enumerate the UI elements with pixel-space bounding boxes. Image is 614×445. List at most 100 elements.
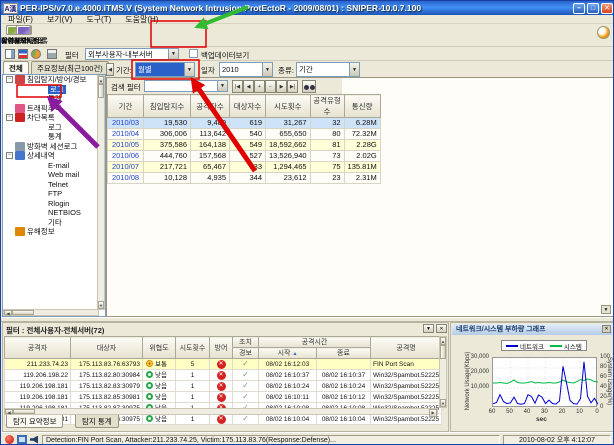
record-nav-button[interactable]: ▶| (287, 80, 298, 93)
tree-item[interactable]: 기타 (3, 218, 105, 228)
connection-status-ball-icon (597, 26, 610, 39)
tree-item[interactable]: 로그 (3, 85, 105, 95)
detection-row[interactable]: 119.206.198.181 175.113.82.86:30975 낮음 1… (5, 414, 442, 425)
col-alert[interactable]: 경보 (233, 348, 259, 359)
search-filter-combo[interactable]: ▼ (144, 80, 228, 92)
report-column-header[interactable]: 기간 (108, 95, 144, 118)
report-row[interactable]: 2010/04 306,006 113,642 540 655,650 80 7… (108, 129, 381, 140)
combo-arrow-icon[interactable]: ▼ (349, 63, 359, 76)
panel-close-icon[interactable]: ✕ (436, 324, 447, 333)
tree-expand-icon[interactable]: − (6, 114, 13, 121)
date-combo[interactable]: 2010 ▼ (219, 62, 273, 77)
report-column-header[interactable]: 공격유형수 (310, 95, 344, 118)
col-attacker[interactable]: 공격자 (5, 337, 71, 359)
tree-item[interactable]: 트래픽추이 (3, 104, 105, 114)
collapse-left-icon[interactable]: ◀ (106, 63, 114, 76)
scroll-down-icon[interactable]: ▼ (601, 305, 611, 314)
filter-combo[interactable]: 외부사용자-내부서버 ▼ (85, 48, 179, 60)
detection-vertical-scrollbar[interactable]: ▲ ▼ (439, 336, 447, 408)
close-button[interactable]: ✕ (601, 3, 613, 14)
restore-button[interactable]: □ (587, 3, 599, 14)
table-view-icon[interactable] (5, 49, 15, 59)
tree-vertical-scrollbar[interactable]: ▲ ▼ (97, 75, 105, 310)
report-row[interactable]: 2010/06 444,760 157,568 527 13,526,940 7… (108, 151, 381, 162)
col-severity[interactable]: 위협도 (143, 337, 176, 359)
tree-item[interactable]: − 차단목록 (3, 113, 105, 123)
minimize-button[interactable]: – (573, 3, 585, 14)
targets-cell: 527 (230, 151, 266, 162)
report-row[interactable]: 2010/05 375,586 164,138 549 18,592,662 8… (108, 140, 381, 151)
tree-item[interactable]: 방화벽 세션로그 (3, 142, 105, 152)
report-column-header[interactable]: 통신량 (344, 95, 380, 118)
severity-icon (146, 371, 153, 378)
report-column-header[interactable]: 시도횟수 (266, 95, 311, 118)
period-cell: 2010/05 (108, 140, 144, 151)
report-row[interactable]: 2010/03 19,530 9,480 619 31,267 32 6.28M (108, 118, 381, 129)
report-row[interactable]: 2010/07 217,721 65,467 533 1,294,465 75 … (108, 162, 381, 173)
print-icon[interactable] (47, 49, 57, 59)
report-column-header[interactable]: 공격자수 (191, 95, 230, 118)
tab-detection-stats[interactable]: 탐지 통계 (75, 415, 119, 428)
detection-row[interactable]: 211.233.74.23 175.113.83.76:63793 보통 5 ✕… (5, 359, 442, 370)
backup-data-checkbox[interactable] (189, 49, 198, 58)
record-nav-button[interactable]: ◀ (243, 80, 254, 93)
tab-detection-summary[interactable]: 탐지 요약정보 (6, 415, 63, 428)
tree-item[interactable]: 유해정보 (3, 227, 105, 237)
detection-row[interactable]: 119.206.198.22 175.113.82.80:30984 낮음 1 … (5, 370, 442, 381)
tree-item[interactable]: 통계 (3, 94, 105, 104)
tab-all[interactable]: 전체 (3, 61, 29, 74)
tree-item[interactable]: 로그 (3, 123, 105, 133)
attack-name-cell: Win32/Spambot.52225 (371, 392, 442, 403)
col-end[interactable]: 종료 (317, 348, 371, 359)
report-column-header[interactable]: 침입탐지수 (144, 95, 191, 118)
tree-item[interactable]: Rlogin (3, 199, 105, 209)
col-attack-name[interactable]: 공격명 (371, 337, 442, 359)
menu-item[interactable]: 도움말(H) (118, 15, 165, 23)
col-target[interactable]: 대상자 (71, 337, 143, 359)
combo-arrow-icon[interactable]: ▼ (262, 63, 272, 76)
tree-item[interactable]: E-mail (3, 161, 105, 171)
combo-arrow-icon[interactable]: ▼ (168, 49, 178, 59)
detection-row[interactable]: 119.206.198.181 175.113.82.83:30979 낮음 1… (5, 381, 442, 392)
bar-chart-view-icon[interactable] (18, 49, 28, 59)
tree-item[interactable]: − 상세내역 (3, 151, 105, 161)
report-column-header[interactable]: 대상자수 (230, 95, 266, 118)
record-nav-button[interactable]: |◀ (232, 80, 243, 93)
x-tick-label: 40 (520, 409, 534, 415)
combo-arrow-icon[interactable]: ▼ (184, 63, 194, 76)
tree-item[interactable]: FTP (3, 189, 105, 199)
targets-cell: 619 (230, 118, 266, 129)
menu-item[interactable]: 도구(T) (79, 15, 118, 23)
record-nav-button[interactable]: ▶ (276, 80, 287, 93)
tree-expand-icon[interactable]: − (6, 152, 13, 159)
detection-horizontal-scrollbar[interactable]: ◀ ▶ (4, 408, 438, 415)
period-combo[interactable]: 월별 ▼ (135, 62, 195, 77)
tree-item[interactable]: Web mail (3, 170, 105, 180)
record-nav-button[interactable]: − (265, 80, 276, 93)
start-time-cell: 08/02 16:12:03 (259, 359, 317, 370)
col-attack-time[interactable]: 공격시간 (259, 337, 371, 348)
detection-row[interactable]: 119.206.198.181 175.113.82.85:30981 낮음 1… (5, 392, 442, 403)
graph-close-icon[interactable]: ✕ (602, 325, 611, 333)
report-row[interactable]: 2010/08 10,128 4,935 344 23,612 23 2.31M (108, 173, 381, 184)
tab-key-info[interactable]: 주요정보(최근100건) (31, 61, 109, 74)
tree-horizontal-scrollbar[interactable]: ◀ (3, 309, 99, 316)
pie-chart-view-icon[interactable] (31, 49, 41, 59)
tree-item[interactable]: − 침입탐지/방어/경보 (3, 75, 105, 85)
tree-item[interactable]: Telnet (3, 180, 105, 190)
col-defense[interactable]: 방어 (210, 337, 233, 359)
tree-item[interactable]: 통계 (3, 132, 105, 142)
toolbar-button[interactable]: SNIPER도움말 (1, 24, 46, 46)
menu-item[interactable]: 파일(F) (1, 15, 40, 23)
tree-expand-icon[interactable]: − (6, 76, 13, 83)
record-nav-button[interactable]: + (254, 80, 265, 93)
col-attempts[interactable]: 시도횟수 (176, 337, 210, 359)
col-start[interactable]: 시작 ▲ (259, 348, 317, 359)
search-icon[interactable] (302, 80, 316, 93)
menu-item[interactable]: 보기(V) (40, 15, 79, 23)
col-action[interactable]: 조치 (233, 337, 259, 348)
tree-item[interactable]: NETBIOS (3, 208, 105, 218)
type-combo[interactable]: 기간 ▼ (296, 62, 360, 77)
panel-collapse-icon[interactable]: ▼ (423, 324, 434, 333)
combo-arrow-icon[interactable]: ▼ (217, 81, 227, 91)
